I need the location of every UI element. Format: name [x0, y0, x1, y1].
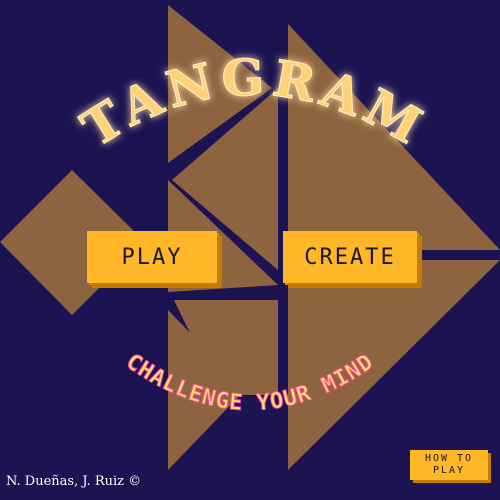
tagline-text: CHALLENGE YOUR MIND [121, 349, 378, 417]
how-to-play-label-line2: PLAY [432, 465, 466, 476]
svg-text:TANGRAM: TANGRAM [72, 47, 437, 158]
game-title: TANGRAM CHALLENGE YOUR MIND [71, 47, 437, 417]
main-menu-screen: TANGRAM CHALLENGE YOUR MIND PLAY CREATE … [0, 0, 500, 500]
credits-text: N. Dueñas, J. Ruiz © [6, 474, 142, 489]
title-text: TANGRAM [71, 47, 431, 159]
create-button-label: CREATE [304, 244, 396, 270]
how-to-play-button[interactable]: HOW TO PLAY [410, 450, 488, 480]
svg-text:CHALLENGE YOUR MIND: CHALLENGE YOUR MIND [121, 349, 378, 416]
play-button-label: PLAY [121, 244, 183, 270]
create-button[interactable]: CREATE [283, 231, 417, 283]
play-button[interactable]: PLAY [87, 231, 217, 283]
how-to-play-label-line1: HOW TO [424, 453, 474, 464]
